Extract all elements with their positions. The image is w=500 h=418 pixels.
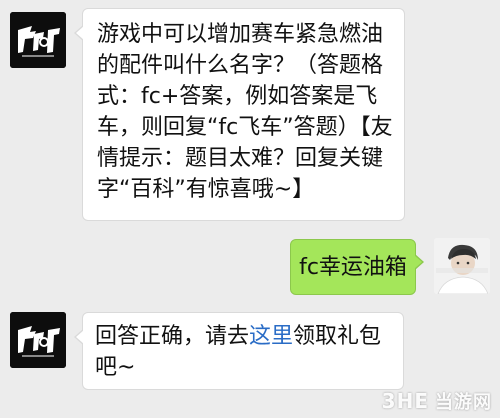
gift-link[interactable]: 这里: [249, 324, 293, 349]
message-text-line: 字“百科”有惊喜哦~】: [97, 177, 315, 202]
watermark-brand: 3HE: [381, 389, 429, 413]
game-logo-icon: [10, 312, 66, 368]
message-text-line: 的配件叫什么名字？（答题格: [97, 53, 384, 78]
game-logo-icon: [10, 12, 66, 68]
game-account-avatar[interactable]: [10, 312, 66, 368]
message-text-line: 吧~: [95, 355, 136, 380]
message-text: 回答正确，请去: [95, 324, 250, 349]
user-photo-icon: [434, 238, 490, 294]
incoming-message-bubble[interactable]: 回答正确，请去这里领取礼包 吧~: [74, 312, 404, 390]
incoming-message-bubble[interactable]: 游戏中可以增加赛车紧急燃油 的配件叫什么名字？（答题格 式：fc+答案，例如答案…: [74, 8, 405, 221]
watermark-site: 当游网: [435, 392, 492, 413]
message-text: 领取礼包: [293, 324, 382, 349]
message-text-line: 式：fc+答案，例如答案是飞: [97, 84, 378, 109]
user-avatar[interactable]: [434, 238, 490, 294]
outgoing-message-bubble[interactable]: fc幸运油箱: [290, 239, 424, 295]
site-watermark: 3HE 当游网: [382, 388, 492, 414]
game-account-avatar[interactable]: [10, 12, 66, 68]
message-text: fc幸运油箱: [299, 255, 407, 280]
message-text-line: 回答正确，请去这里领取礼包: [95, 321, 397, 352]
message-text-line: 游戏中可以增加赛车紧急燃油: [97, 22, 384, 47]
message-text-line: 车，则回复“fc飞车”答题）【友: [97, 115, 393, 140]
message-text-line: 情提示：题目太难？回复关键: [97, 146, 384, 171]
